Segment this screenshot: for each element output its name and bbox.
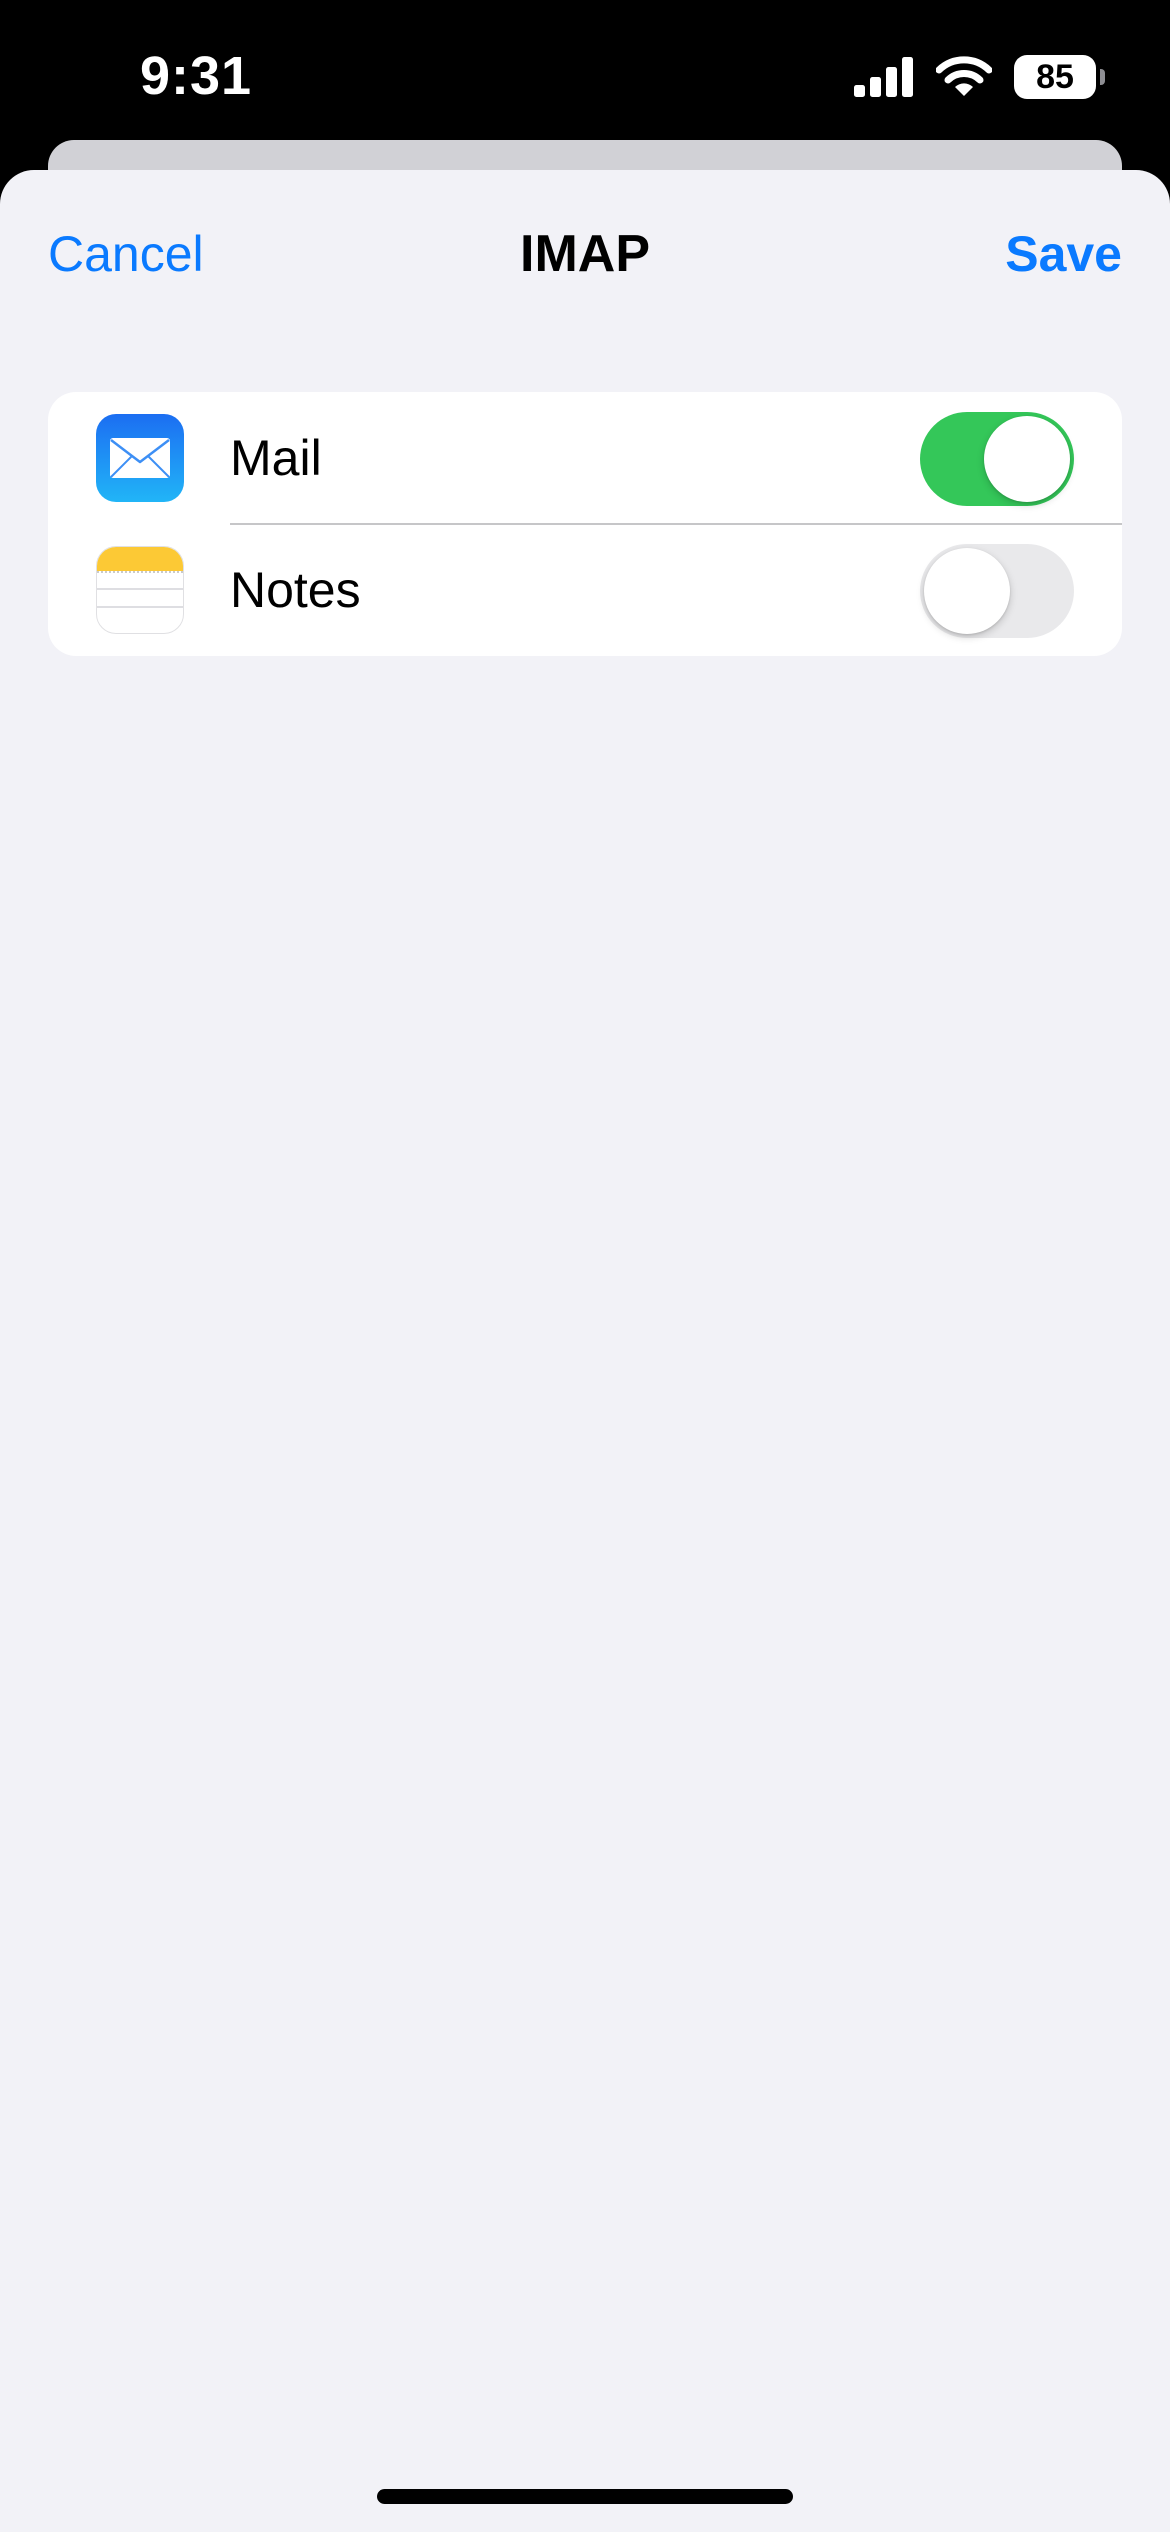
navigation-bar: Cancel IMAP Save	[0, 170, 1170, 340]
list-item-notes: Notes	[48, 524, 1122, 656]
toggle-knob	[924, 548, 1010, 634]
status-time: 9:31	[140, 46, 253, 106]
notes-toggle[interactable]	[920, 544, 1074, 638]
notes-label: Notes	[230, 562, 361, 618]
list-item-mail: Mail	[48, 392, 1122, 525]
account-services-list: Mail Notes	[48, 392, 1122, 656]
cellular-signal-icon	[854, 57, 913, 97]
toggle-knob	[984, 416, 1070, 502]
notes-app-icon	[96, 546, 184, 634]
status-icons: 85	[854, 52, 1105, 102]
mail-toggle[interactable]	[920, 412, 1074, 506]
mail-app-icon	[96, 414, 184, 502]
wifi-icon	[936, 56, 992, 96]
battery-level: 85	[1036, 58, 1074, 96]
status-bar: 9:31 85	[0, 0, 1170, 150]
battery-cap	[1100, 69, 1105, 85]
mail-label: Mail	[230, 430, 322, 486]
battery-icon: 85	[1014, 55, 1105, 99]
page-title: IMAP	[520, 225, 650, 283]
home-indicator[interactable]	[377, 2489, 793, 2504]
save-button[interactable]: Save	[1005, 222, 1122, 286]
imap-sheet: Cancel IMAP Save Mail Notes	[0, 170, 1170, 2532]
